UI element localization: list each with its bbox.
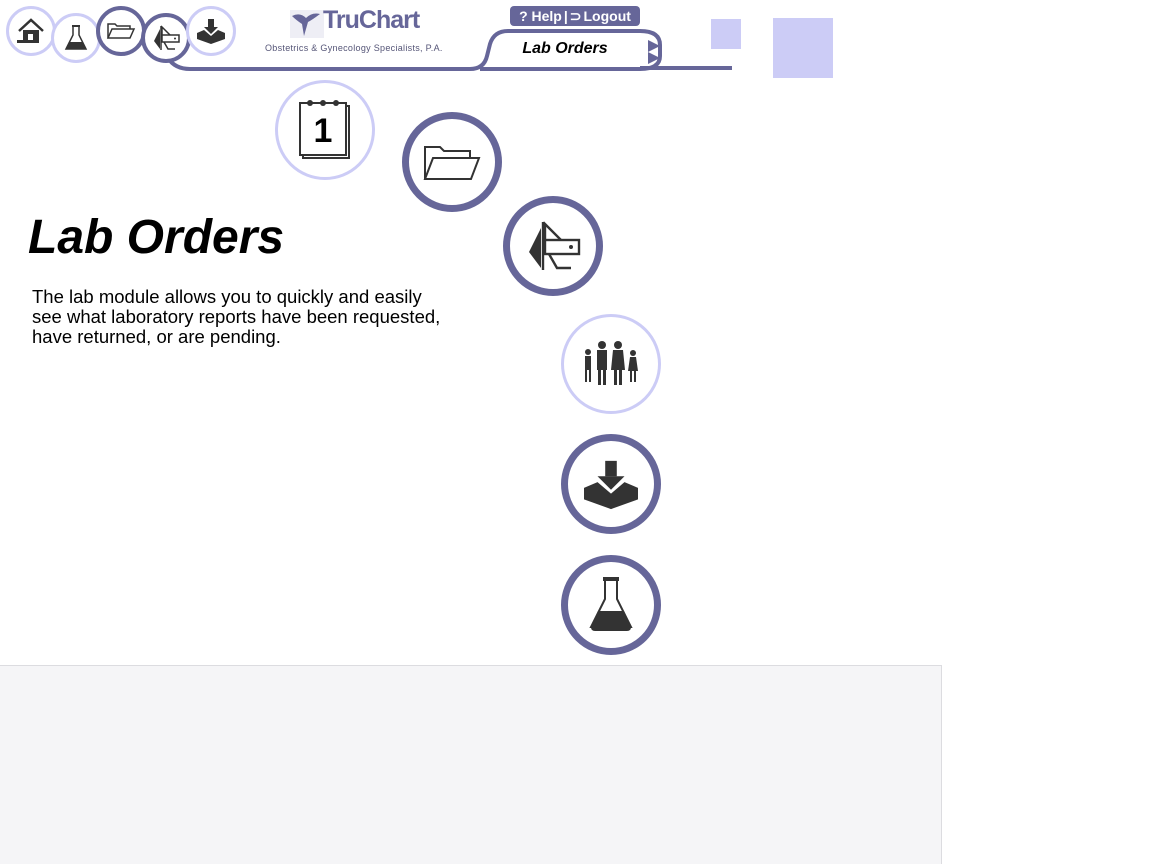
inbox-icon — [584, 460, 638, 510]
accent-square-small — [711, 19, 741, 49]
tools-button[interactable] — [503, 196, 603, 296]
nav-charts-button[interactable] — [96, 6, 146, 56]
practice-name: Obstetrics & Gynecology Specialists, P.A… — [265, 43, 443, 53]
separator: | — [563, 8, 568, 24]
flask-icon — [64, 25, 88, 50]
nav-labs-button[interactable] — [51, 13, 101, 63]
help-logout-bar: ? Help | ⊃ Logout — [510, 6, 640, 26]
flask-icon — [589, 577, 633, 631]
tools-icon — [529, 221, 581, 270]
calendar-day: 1 — [314, 112, 333, 150]
home-icon — [17, 18, 44, 43]
family-button[interactable] — [561, 314, 661, 414]
inbox-icon — [197, 19, 225, 44]
logout-icon: ⊃ — [569, 7, 582, 24]
folder-icon — [423, 146, 481, 180]
folder-icon — [106, 23, 136, 39]
tab-lab-orders[interactable]: Lab Orders — [500, 40, 630, 58]
charts-button[interactable] — [402, 112, 502, 212]
nav-inbox-button[interactable] — [186, 6, 236, 56]
calendar-button[interactable]: 1 — [275, 80, 375, 180]
nav-home-button[interactable] — [6, 6, 56, 56]
brand-name: TruChart — [323, 6, 420, 34]
tools-icon — [154, 25, 180, 50]
accent-square-large — [773, 18, 833, 78]
calendar-icon: 1 — [299, 100, 350, 159]
inbox-button[interactable] — [561, 434, 661, 534]
labs-button[interactable] — [561, 555, 661, 655]
help-link[interactable]: ? Help — [519, 8, 562, 24]
family-icon — [585, 341, 638, 385]
logout-link[interactable]: Logout — [584, 8, 631, 24]
nav-tools-button[interactable] — [141, 13, 191, 63]
truchart-logo-icon — [290, 10, 324, 38]
footer-panel — [0, 665, 942, 864]
page-description: The lab module allows you to quickly and… — [32, 286, 441, 347]
page-title: Lab Orders — [28, 211, 285, 264]
